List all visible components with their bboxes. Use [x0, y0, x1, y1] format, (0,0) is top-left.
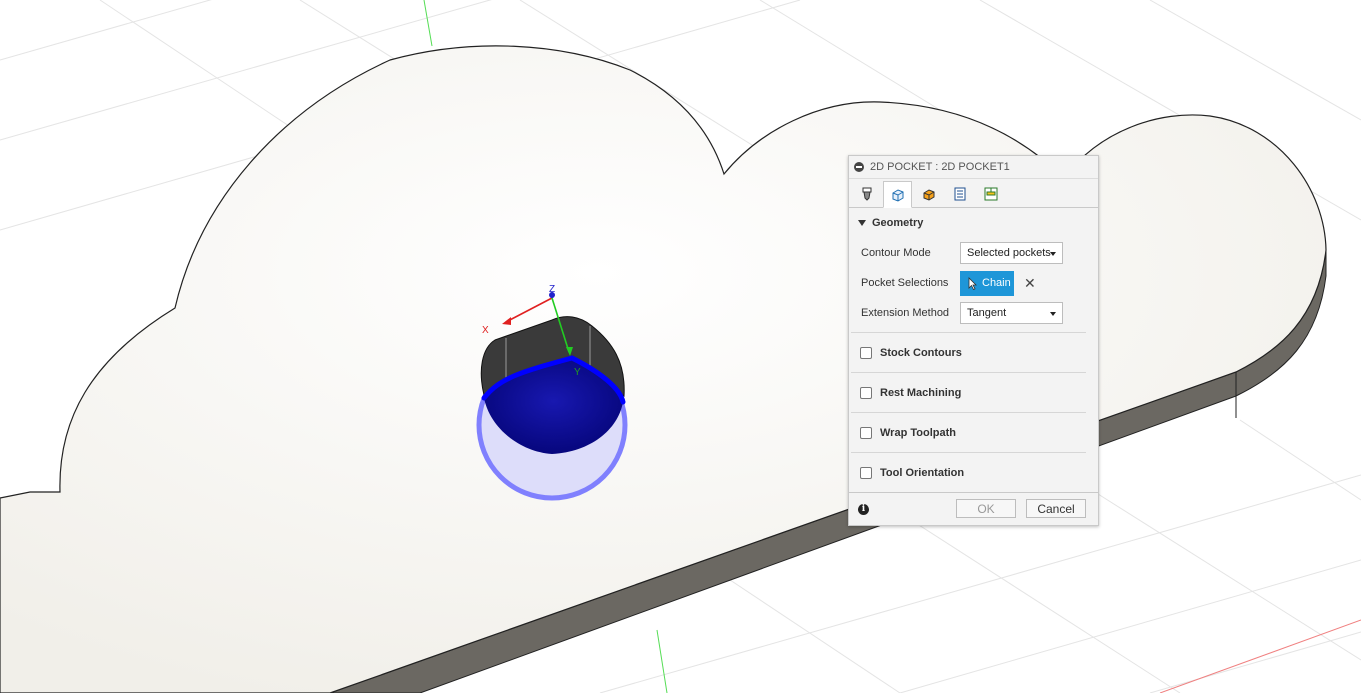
extension-method-label: Extension Method: [861, 307, 950, 319]
tab-passes[interactable]: [945, 180, 974, 207]
chevron-down-icon: [1050, 312, 1056, 316]
tool-orientation-checkbox[interactable]: [860, 466, 872, 479]
passes-icon: [954, 187, 965, 200]
stock-contours-label: Stock Contours: [880, 346, 962, 359]
extension-method-row: Extension Method Tangent: [849, 298, 1098, 328]
dialog-title-bar: 2D POCKET : 2D POCKET1: [849, 156, 1098, 179]
clear-selection-icon[interactable]: ✕: [1024, 276, 1036, 290]
rest-machining-label: Rest Machining: [880, 386, 962, 399]
ok-button[interactable]: OK: [956, 499, 1016, 518]
rest-machining-option[interactable]: Rest Machining: [849, 373, 1098, 412]
geometry-section-label: Geometry: [872, 217, 924, 229]
wrap-toolpath-option[interactable]: Wrap Toolpath: [849, 413, 1098, 452]
3d-viewport[interactable]: X Y Z: [0, 0, 1361, 693]
geometry-icon: [892, 188, 903, 202]
heights-icon: [923, 188, 934, 201]
geometry-section-header[interactable]: Geometry: [849, 208, 1098, 238]
chevron-down-icon: [1050, 252, 1056, 256]
extension-method-value: Tangent: [967, 307, 1007, 319]
dialog-tabs: [849, 179, 1098, 208]
axis-label-z: Z: [549, 284, 555, 295]
rest-machining-checkbox[interactable]: [860, 386, 872, 399]
chain-label: Chain: [982, 277, 1011, 289]
collapse-icon[interactable]: [854, 162, 864, 172]
tool-icon: [862, 187, 871, 201]
stock-contours-checkbox[interactable]: [860, 346, 872, 359]
contour-mode-value: Selected pockets: [967, 247, 1051, 259]
stock-contours-option[interactable]: Stock Contours: [849, 333, 1098, 372]
dialog-title: 2D POCKET : 2D POCKET1: [870, 161, 1010, 173]
cancel-button[interactable]: Cancel: [1026, 499, 1086, 518]
contour-mode-select[interactable]: Selected pockets: [960, 242, 1063, 264]
axis-label-x: X: [482, 325, 489, 336]
contour-mode-label: Contour Mode: [861, 247, 931, 259]
chain-select-button[interactable]: Chain: [960, 270, 1014, 296]
pocket-selections-label: Pocket Selections: [861, 277, 949, 289]
extension-method-select[interactable]: Tangent: [960, 302, 1063, 324]
cursor-arrow-icon: [968, 276, 977, 290]
linking-icon: [984, 187, 997, 200]
contour-mode-row: Contour Mode Selected pockets: [849, 238, 1098, 268]
tab-geometry[interactable]: [883, 181, 912, 208]
world-x-axis: [1159, 619, 1361, 693]
world-y-axis: [423, 0, 433, 47]
tab-tool[interactable]: [852, 180, 881, 207]
info-icon[interactable]: i: [858, 503, 869, 515]
tab-linking[interactable]: [976, 180, 1005, 207]
tool-orientation-option[interactable]: Tool Orientation: [849, 453, 1098, 492]
tab-heights[interactable]: [914, 180, 943, 207]
pocket-dialog: 2D POCKET : 2D POCKET1 Geometry Contour …: [848, 155, 1099, 526]
wrap-toolpath-label: Wrap Toolpath: [880, 426, 956, 439]
dialog-footer: i OK Cancel: [849, 492, 1098, 525]
collapse-triangle-icon: [858, 220, 866, 226]
world-y-axis-lower: [656, 629, 668, 693]
axis-label-y: Y: [574, 367, 581, 378]
tool-orientation-label: Tool Orientation: [880, 466, 965, 479]
pocket-selections-row: Pocket Selections Chain ✕: [849, 268, 1098, 298]
wrap-toolpath-checkbox[interactable]: [860, 426, 872, 439]
